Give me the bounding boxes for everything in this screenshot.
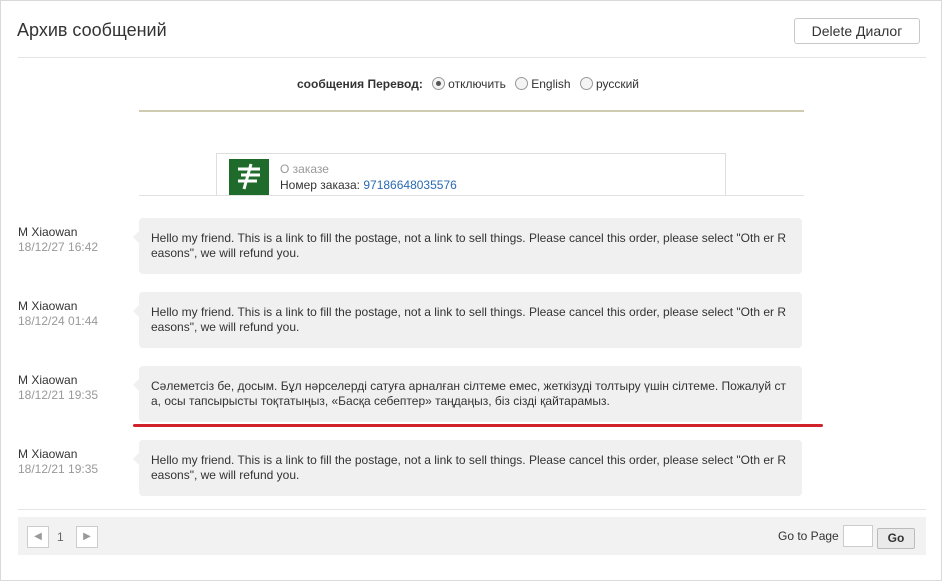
message-meta: M Xiaowan 18/12/24 01:44 bbox=[18, 299, 98, 328]
message-meta: M Xiaowan 18/12/21 19:35 bbox=[18, 447, 98, 476]
page-title: Архив сообщений bbox=[17, 20, 167, 40]
order-divider bbox=[139, 195, 804, 196]
highlight-underline bbox=[133, 424, 823, 427]
chevron-left-icon: ◀ bbox=[34, 531, 42, 542]
sender-name: M Xiaowan bbox=[18, 373, 78, 387]
message-archive-panel: Архив сообщений Delete Диалог сообщения … bbox=[0, 0, 942, 581]
prev-page-button[interactable]: ◀ bbox=[27, 526, 49, 548]
message-bubble: Hello my friend. This is a link to fill … bbox=[133, 292, 802, 348]
current-page-number[interactable]: 1 bbox=[57, 530, 64, 544]
sender-name: M Xiaowan bbox=[18, 299, 78, 313]
message-bubble: Hello my friend. This is a link to fill … bbox=[133, 218, 802, 274]
sender-name: M Xiaowan bbox=[18, 447, 78, 461]
message-time: 18/12/24 01:44 bbox=[18, 314, 99, 328]
order-number-label: Номер заказа: bbox=[280, 178, 361, 192]
message-meta: M Xiaowan 18/12/27 16:42 bbox=[18, 225, 98, 254]
order-number-link[interactable]: 97186648035576 bbox=[363, 178, 456, 192]
radio-icon[interactable] bbox=[515, 77, 529, 90]
order-number-line: Номер заказа: 97186648035576 bbox=[280, 178, 457, 192]
delete-dialog-button[interactable]: Delete Диалог bbox=[794, 18, 920, 44]
divider bbox=[18, 509, 926, 510]
translate-option-russian[interactable]: русский bbox=[579, 77, 639, 91]
translation-divider bbox=[139, 110, 804, 112]
translation-selector: сообщения Перевод: отключить English рус… bbox=[1, 77, 941, 91]
divider bbox=[18, 57, 926, 58]
pagination-bar: ◀ 1 ▶ Go to Page Go bbox=[18, 517, 926, 555]
message-time: 18/12/21 19:35 bbox=[18, 462, 99, 476]
next-page-button[interactable]: ▶ bbox=[76, 526, 98, 548]
message-time: 18/12/27 16:42 bbox=[18, 240, 99, 254]
order-caption: О заказе bbox=[280, 162, 329, 176]
message-bubble: Hello my friend. This is a link to fill … bbox=[133, 440, 802, 496]
goto-page-input[interactable] bbox=[843, 525, 873, 547]
chevron-right-icon: ▶ bbox=[83, 531, 91, 542]
go-button[interactable]: Go bbox=[877, 528, 915, 549]
goto-page-label: Go to Page bbox=[778, 529, 839, 543]
message-bubble: Сәлеметсіз бе, досым. Бұл нәрселерді сат… bbox=[133, 366, 802, 422]
translation-label: сообщения Перевод: bbox=[297, 77, 423, 91]
message-time: 18/12/21 19:35 bbox=[18, 388, 99, 402]
order-info-card: О заказе Номер заказа: 97186648035576 bbox=[216, 153, 726, 196]
radio-selected-icon[interactable] bbox=[432, 77, 446, 90]
message-meta: M Xiaowan 18/12/21 19:35 bbox=[18, 373, 98, 402]
translate-option-off[interactable]: отключить bbox=[432, 77, 506, 91]
translate-option-english[interactable]: English bbox=[515, 77, 571, 91]
radio-icon[interactable] bbox=[579, 77, 593, 90]
sender-name: M Xiaowan bbox=[18, 225, 78, 239]
china-post-logo-icon bbox=[229, 159, 269, 195]
